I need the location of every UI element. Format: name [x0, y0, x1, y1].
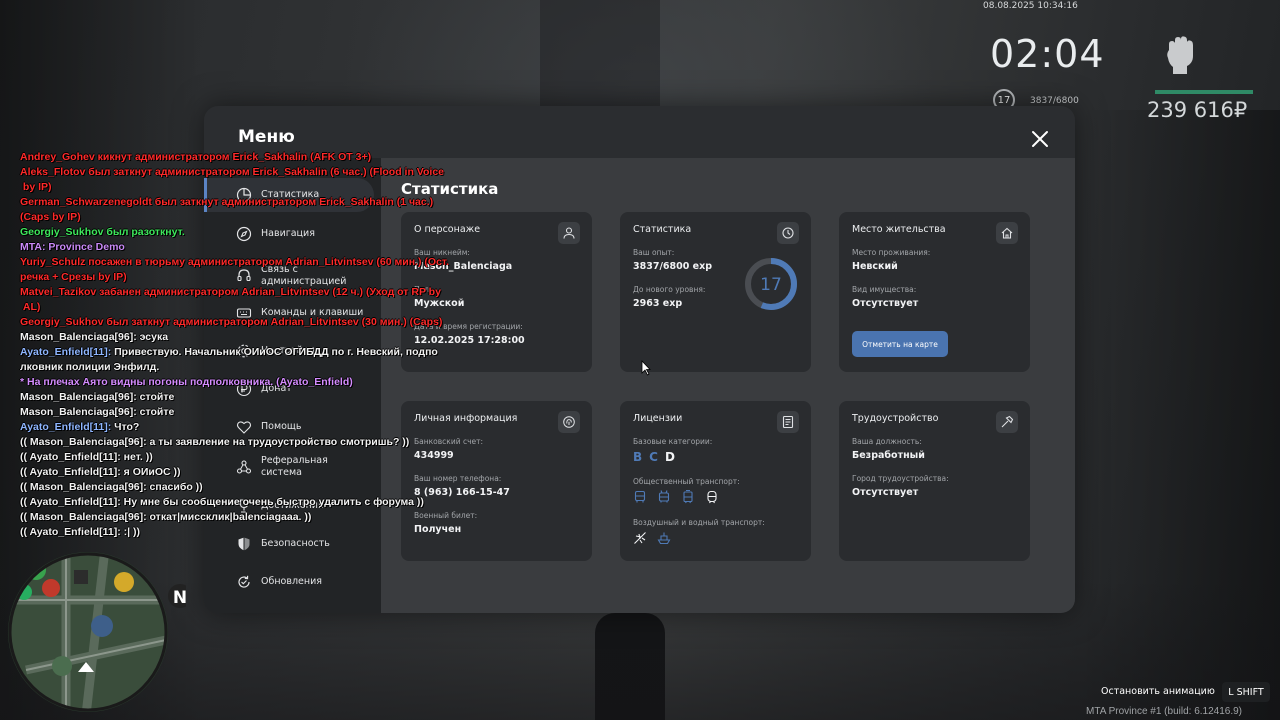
trolleybus-icon — [658, 490, 670, 503]
next-level-label: До нового уровня: — [633, 285, 706, 294]
hud-datetime: 08.08.2025 10:34:16 — [983, 1, 1078, 11]
air-water-icons — [633, 531, 671, 545]
menu-title: Меню — [238, 127, 295, 147]
chat-sender: Ayato_Enfield[11]: — [20, 421, 112, 433]
nav-item-label: Обновления — [261, 576, 322, 587]
build-info: MTA Province #1 (build: 6.12416.9) — [1086, 706, 1243, 717]
card-residence: Место жительства Место проживания: Невск… — [839, 212, 1030, 372]
stop-animation-label: Остановить анимацию — [1101, 686, 1215, 697]
public-transport-icons — [633, 490, 719, 504]
license-category-c: C — [649, 450, 658, 464]
chat-line: (( Mason_Balenciaga[96]: а ты заявление … — [20, 436, 410, 448]
chat-line: * На плечах Аято видны погоны подполковн… — [20, 376, 353, 388]
hud-clock: 02:04 — [990, 32, 1105, 76]
chat-line: Andrey_Gohev кикнут администратором Eric… — [20, 151, 372, 163]
license-categories: B C D — [633, 450, 682, 464]
boat-icon — [657, 532, 671, 545]
chat-line: (( Ayato_Enfield[11]: я ОИиОС )) — [20, 466, 181, 478]
chat-line: Aleks_Flotov был заткнут администратором… — [20, 166, 445, 193]
card-title: Статистика — [633, 224, 692, 235]
card-title: Место жительства — [852, 224, 946, 235]
clock-icon[interactable] — [777, 222, 799, 244]
license-category-d: D — [664, 450, 675, 464]
card-title: Трудоустройство — [852, 413, 939, 424]
license-category-b: B — [633, 450, 643, 464]
plane-icon — [634, 532, 646, 544]
property-label: Вид имущества: — [852, 285, 917, 294]
card-licenses: Лицензии Базовые категории: B C D Общест… — [620, 401, 811, 561]
chat-line: Matvei_Tazikov забанен администратором A… — [20, 286, 441, 313]
hud-exp: 3837/6800 — [1030, 96, 1079, 106]
chat-line: Mason_Balenciaga[96]: эсука — [20, 331, 169, 343]
exp-value: 3837/6800 exp — [633, 261, 713, 272]
chat-line: Ayato_Enfield[11]: Привествую. Начальник… — [20, 345, 540, 375]
bus-icon — [634, 490, 646, 503]
person-icon[interactable] — [558, 222, 580, 244]
north-label: N — [173, 588, 186, 608]
mouse-cursor-icon — [641, 360, 651, 376]
chat-line: MTA: Province Demo — [20, 241, 125, 253]
air-water-transport-label: Воздушный и водный транспорт: — [633, 518, 765, 527]
chat-line: (( Mason_Balenciaga[96]: спасибо )) — [20, 481, 203, 493]
stop-animation-key[interactable]: L SHIFT — [1222, 682, 1270, 702]
job-city-value: Отсутствует — [852, 487, 919, 498]
chat-line: (( Ayato_Enfield[11]: Ну мне бы сообщени… — [20, 496, 424, 508]
fist-icon — [1167, 36, 1193, 74]
license-icon[interactable] — [777, 411, 799, 433]
tram-icon — [683, 490, 693, 504]
minimap[interactable]: N — [6, 540, 186, 715]
mark-on-map-button[interactable]: Отметить на карте — [852, 331, 948, 357]
home-icon[interactable] — [996, 222, 1018, 244]
card-title: Лицензии — [633, 413, 683, 424]
chat-line: (( Ayato_Enfield[11]: нет. )) — [20, 451, 153, 463]
chat-line: Yuriy_Schulz посажен в тюрьму администра… — [20, 256, 450, 283]
property-value: Отсутствует — [852, 298, 919, 309]
residence-place-label: Место проживания: — [852, 248, 931, 257]
hud-health-bar — [1155, 90, 1253, 94]
hammer-icon[interactable] — [996, 411, 1018, 433]
job-position-value: Безработный — [852, 450, 925, 461]
chat-sender: Ayato_Enfield[11]: — [20, 346, 112, 358]
chat-line: (( Mason_Balenciaga[96]: откат|миссклик|… — [20, 511, 312, 523]
chat-line: Mason_Balenciaga[96]: стойте — [20, 391, 175, 403]
chat-line: Mason_Balenciaga[96]: стойте — [20, 406, 175, 418]
chat-line: Georgiy_Sukhov был разоткнут. — [20, 226, 185, 238]
hud-money: 239 616₽ — [1147, 98, 1248, 122]
chat-line: German_Schwarzenegoldt был заткнут админ… — [20, 196, 434, 223]
chat-message: Что? — [111, 421, 140, 433]
chat-line: Ayato_Enfield[11]: Что? — [20, 420, 540, 435]
close-icon[interactable] — [1030, 129, 1050, 149]
next-level-value: 2963 exp — [633, 298, 683, 309]
exp-label: Ваш опыт: — [633, 248, 675, 257]
chat-line: (( Ayato_Enfield[11]: :| )) — [20, 526, 140, 538]
public-transport-label: Общественный транспорт: — [633, 477, 740, 486]
nav-item-updates[interactable]: Обновления — [204, 565, 381, 599]
chat-line: Georgiy_Sukhov был заткнут администратор… — [20, 316, 443, 328]
card-employment: Трудоустройство Ваша должность: Безработ… — [839, 401, 1030, 561]
card-statistics: Статистика Ваш опыт: 3837/6800 exp До но… — [620, 212, 811, 372]
job-position-label: Ваша должность: — [852, 437, 922, 446]
level-progress-ring: 17 — [745, 258, 797, 310]
metro-icon — [707, 490, 717, 504]
level-number: 17 — [760, 275, 782, 295]
refresh-icon — [238, 575, 250, 588]
job-city-label: Город трудоустройства: — [852, 474, 949, 483]
base-categories-label: Базовые категории: — [633, 437, 713, 446]
chat-log: Andrey_Gohev кикнут администратором Eric… — [20, 150, 540, 540]
residence-place-value: Невский — [852, 261, 898, 272]
fingerprint-icon[interactable] — [558, 411, 580, 433]
